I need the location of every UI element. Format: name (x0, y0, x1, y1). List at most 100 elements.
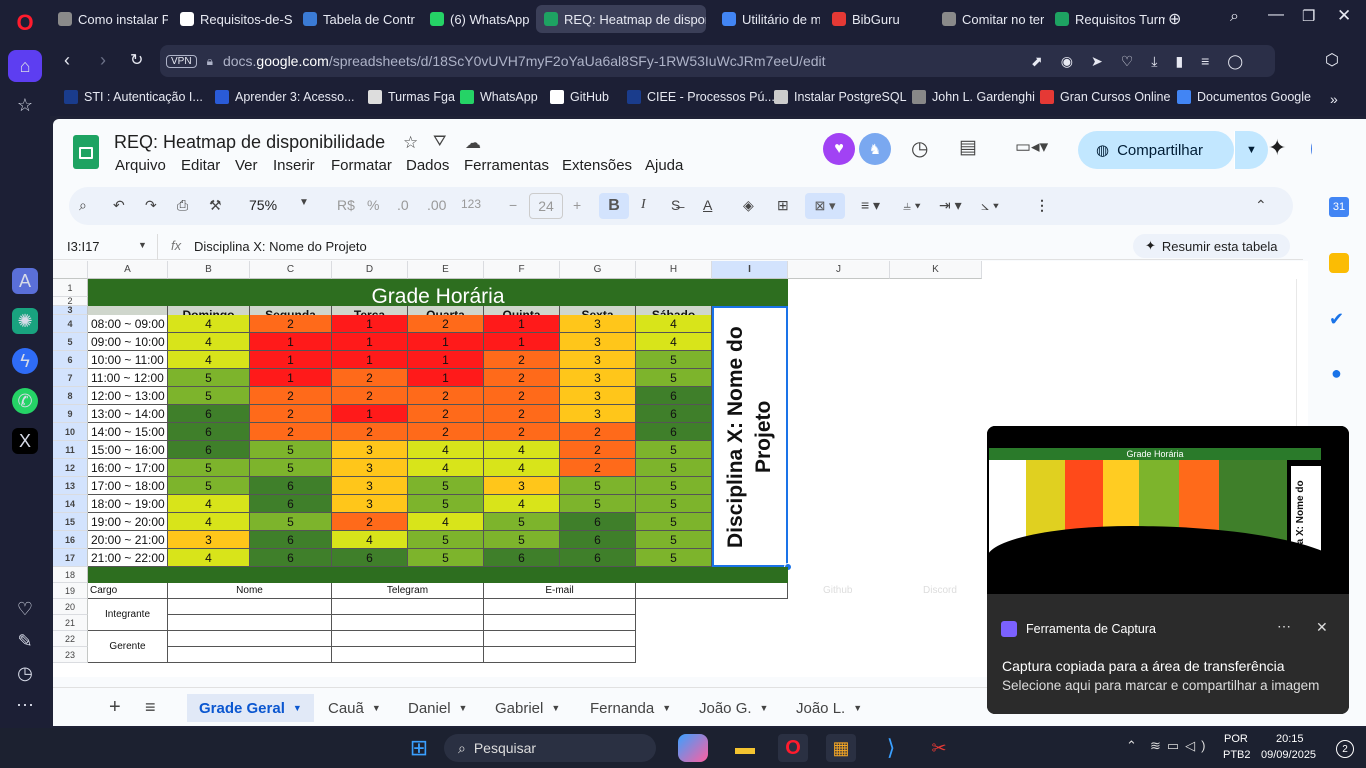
fill-color-icon[interactable]: ◈ (743, 197, 754, 214)
menu-item[interactable]: Ferramentas (464, 157, 549, 174)
percent-format-button[interactable]: % (367, 197, 379, 213)
team-input-cell[interactable] (168, 631, 332, 647)
browser-tab[interactable]: BibGuru (824, 5, 924, 33)
keyboard-layout[interactable]: PTB2 (1223, 749, 1251, 761)
forward-icon[interactable]: › (100, 50, 106, 71)
history-icon[interactable]: ◷ (911, 136, 928, 161)
print-icon[interactable]: ⎙ (177, 197, 188, 214)
tray-overflow-icon[interactable]: ⌃ (1126, 738, 1137, 754)
bookmark-item[interactable]: WhatsApp (460, 90, 538, 104)
notification-badge[interactable]: 2 (1336, 740, 1354, 758)
decrease-font-icon[interactable]: − (509, 197, 517, 213)
text-rotation-icon[interactable]: ⦣ ▾ (981, 197, 999, 214)
opera-taskbar-icon[interactable]: O (778, 734, 808, 762)
opera-logo-icon[interactable]: O (12, 10, 38, 36)
sheet-tab[interactable]: João G. ▼ (687, 694, 780, 722)
column-header[interactable]: E (408, 261, 484, 279)
merge-cells-icon[interactable]: ⊠ ▾ (805, 193, 845, 219)
messenger-icon[interactable]: ϟ (12, 348, 38, 374)
row-header[interactable]: 21 (53, 615, 88, 631)
sheet-tab[interactable]: Daniel ▼ (396, 694, 479, 722)
team-input-cell[interactable] (484, 599, 636, 615)
sheet-tab[interactable]: Gabriel ▼ (483, 694, 572, 722)
chevron-down-icon[interactable]: ▼ (662, 703, 671, 713)
summarize-table-button[interactable]: ✦ Resumir esta tabela (1133, 234, 1290, 258)
browser-tab[interactable]: Utilitário de ma (714, 5, 820, 33)
store-icon[interactable]: ▦ (826, 734, 856, 762)
address-bar[interactable]: VPN 🔒︎ docs. google.com/spreadsheets/d/18… (160, 45, 1275, 77)
search-menus-icon[interactable]: ⌕ (79, 197, 87, 214)
column-header[interactable]: H (636, 261, 712, 279)
history-icon[interactable]: ◷ (12, 660, 38, 686)
add-sheet-button[interactable]: + (109, 696, 121, 719)
collaborator-avatar[interactable]: ♞ (859, 133, 891, 165)
chevron-down-icon[interactable]: ▼ (853, 703, 862, 713)
row-header[interactable]: 10 (53, 423, 88, 441)
italic-button[interactable]: I (641, 197, 646, 213)
menu-item[interactable]: Arquivo (115, 157, 166, 174)
browser-tab[interactable]: (6) WhatsApp (422, 5, 532, 33)
team-input-cell[interactable] (332, 647, 484, 663)
column-header[interactable]: G (560, 261, 636, 279)
team-input-cell[interactable] (168, 615, 332, 631)
snipping-notification[interactable]: Grade Horária Disciplina X: Nome do Proj… (987, 426, 1349, 714)
windows-start-icon[interactable]: ⊞ (404, 734, 434, 762)
edit-icon[interactable]: ✎ (12, 628, 38, 654)
bookmark-item[interactable]: GitHub (550, 90, 609, 104)
column-header[interactable]: J (788, 261, 890, 279)
keyboard-language[interactable]: POR (1224, 733, 1248, 745)
text-color-icon[interactable]: A (703, 197, 712, 213)
undo-icon[interactable]: ↶ (113, 197, 125, 214)
bookmark-item[interactable]: Documentos Google (1177, 90, 1311, 104)
search-tabs-icon[interactable]: ⌕ (1230, 8, 1239, 26)
bookmark-item[interactable]: CIEE - Processos Pú... (627, 90, 775, 104)
row-header[interactable]: 4 (53, 315, 88, 333)
chevron-down-icon[interactable]: ▼ (760, 703, 769, 713)
menu-item[interactable]: Ajuda (645, 157, 683, 174)
decrease-decimal-button[interactable]: .0 (397, 197, 409, 213)
bookmark-item[interactable]: Gran Cursos Online (1040, 90, 1170, 104)
clock-date[interactable]: 09/09/2025 (1261, 749, 1316, 761)
close-window-button[interactable]: ✕ (1337, 6, 1351, 26)
row-header[interactable]: 20 (53, 599, 88, 615)
share-options-button[interactable]: ▼ (1234, 131, 1268, 169)
horizontal-align-icon[interactable]: ≡ ▾ (861, 197, 880, 214)
whatsapp-icon[interactable]: ✆ (12, 388, 38, 414)
file-explorer-icon[interactable]: ▬ (730, 734, 760, 762)
row-header[interactable]: 19 (53, 583, 88, 599)
row-header[interactable]: 5 (53, 333, 88, 351)
column-header[interactable]: K (890, 261, 982, 279)
bookmark-item[interactable]: STI : Autenticação I... (64, 90, 203, 104)
paint-format-icon[interactable]: ⚒ (209, 197, 222, 214)
column-header[interactable]: D (332, 261, 408, 279)
font-size-input[interactable]: 24 (529, 193, 563, 219)
new-tab-button[interactable]: ⊕ (1168, 9, 1181, 29)
chevron-down-icon[interactable]: ▼ (138, 240, 147, 250)
row-header[interactable]: 6 (53, 351, 88, 369)
home-icon[interactable]: ⌂ (8, 50, 42, 82)
comments-icon[interactable]: ▤ (959, 136, 977, 159)
taskbar-search[interactable]: ⌕ Pesquisar (444, 734, 656, 762)
chevron-down-icon[interactable]: ▼ (551, 703, 560, 713)
row-header[interactable]: 14 (53, 495, 88, 513)
browser-tab[interactable]: Comitar no terr (934, 5, 1044, 33)
strikethrough-icon[interactable]: S̶ (671, 197, 680, 213)
heart-icon[interactable]: ♡ (12, 596, 38, 622)
notification-more-icon[interactable]: ⋯ (1277, 618, 1291, 635)
minimize-button[interactable]: — (1268, 6, 1284, 24)
menu-item[interactable]: Ver (235, 157, 258, 174)
redo-icon[interactable]: ↷ (145, 197, 157, 214)
column-header[interactable]: A (88, 261, 168, 279)
column-header[interactable]: B (168, 261, 250, 279)
team-input-cell[interactable] (484, 615, 636, 631)
column-header[interactable]: I (712, 261, 788, 279)
browser-tab[interactable]: Requisitos Turm (1047, 5, 1165, 33)
column-header[interactable]: C (250, 261, 332, 279)
aria-icon[interactable]: A (12, 268, 38, 294)
row-header[interactable]: 17 (53, 549, 88, 567)
bookmark-item[interactable]: John L. Gardenghi (912, 90, 1035, 104)
bookmark-item[interactable]: Instalar PostgreSQL (774, 90, 907, 104)
row-header[interactable]: 16 (53, 531, 88, 549)
currency-format-button[interactable]: R$ (337, 197, 355, 213)
reload-icon[interactable]: ↻ (130, 50, 143, 70)
